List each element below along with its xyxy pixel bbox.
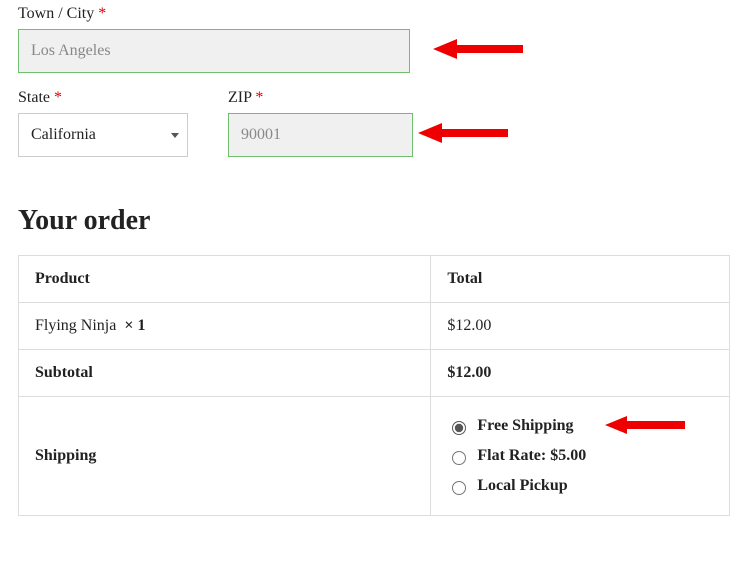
chevron-down-icon — [171, 133, 179, 138]
table-row: Flying Ninja × 1 $12.00 — [19, 303, 730, 350]
product-name: Flying Ninja — [35, 317, 116, 334]
subtotal-value: $12.00 — [431, 350, 730, 397]
radio-free-shipping[interactable] — [452, 421, 466, 435]
state-select[interactable]: California — [18, 113, 188, 157]
shipping-options: Free Shipping Flat Rate: $5.00 Local Pic… — [447, 411, 713, 501]
state-label: State * — [18, 89, 188, 107]
zip-label: ZIP * — [228, 89, 413, 107]
order-table: Product Total Flying Ninja × 1 $12.00 Su… — [18, 255, 730, 516]
subtotal-label: Subtotal — [19, 350, 431, 397]
arrow-annotation — [433, 37, 523, 61]
shipping-label: Shipping — [19, 397, 431, 516]
radio-flat-rate[interactable] — [452, 451, 466, 465]
required-asterisk: * — [255, 89, 263, 106]
city-input[interactable] — [18, 29, 410, 73]
order-heading: Your order — [18, 205, 732, 237]
shipping-option-flat[interactable]: Flat Rate: $5.00 — [447, 441, 713, 471]
state-value: California — [31, 126, 96, 144]
arrow-annotation — [605, 414, 685, 436]
required-asterisk: * — [54, 89, 62, 106]
table-row: Shipping Free Shipping Flat Rate: $5.00 … — [19, 397, 730, 516]
col-total: Total — [431, 256, 730, 303]
radio-local-pickup[interactable] — [452, 481, 466, 495]
zip-input[interactable] — [228, 113, 413, 157]
arrow-annotation — [418, 121, 508, 145]
product-qty: × 1 — [124, 317, 145, 334]
product-price: $12.00 — [431, 303, 730, 350]
table-row: Subtotal $12.00 — [19, 350, 730, 397]
shipping-option-free[interactable]: Free Shipping — [447, 411, 713, 441]
shipping-option-pickup[interactable]: Local Pickup — [447, 471, 713, 501]
col-product: Product — [19, 256, 431, 303]
city-label: Town / City * — [18, 5, 410, 23]
required-asterisk: * — [98, 5, 106, 22]
